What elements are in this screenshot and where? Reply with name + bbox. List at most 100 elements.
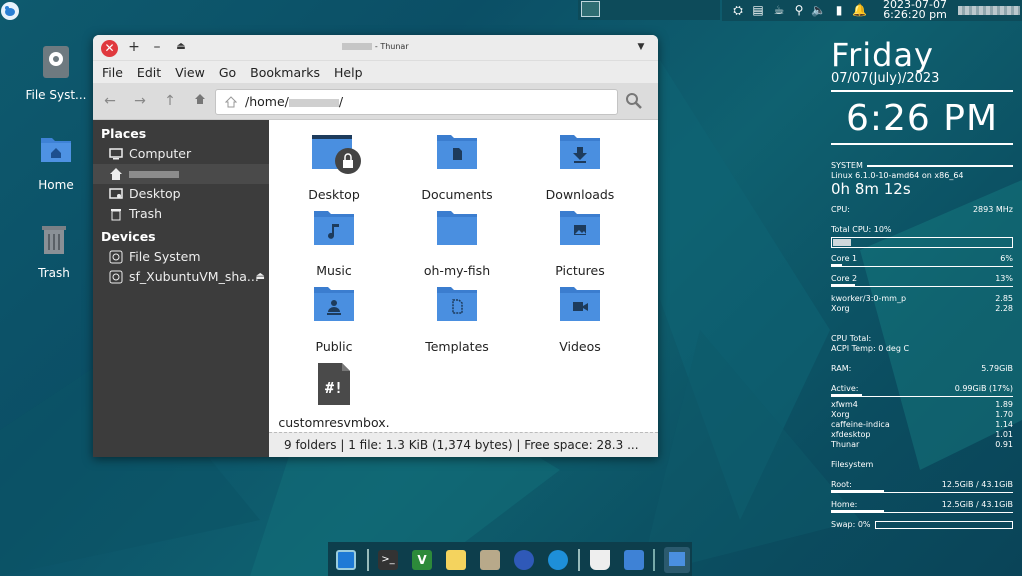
file-item-downloads[interactable]: Downloads bbox=[524, 133, 636, 202]
cpu-freq: 2893 MHz bbox=[972, 205, 1013, 214]
menu-bookmarks[interactable]: Bookmarks bbox=[243, 65, 327, 80]
desktop-icon-trash[interactable]: Trash bbox=[14, 222, 94, 280]
top-panel: ⛭ ▤ ☕ ⚲ 🔈 ▮ 🔔 2023-07-07 6:26:20 pm bbox=[0, 0, 1022, 22]
menu-go[interactable]: Go bbox=[212, 65, 243, 80]
places-header: Places bbox=[101, 126, 147, 141]
system-row: SYSTEM bbox=[831, 161, 1013, 171]
caffeine-icon[interactable]: ☕ bbox=[772, 3, 786, 17]
user-name-redacted[interactable] bbox=[958, 6, 1020, 15]
sidebar-item-shared-folder[interactable]: sf_XubuntuVM_sha... ⏏ bbox=[93, 267, 269, 287]
sidebar-item-label: Trash bbox=[129, 206, 163, 221]
status-bar: 9 folders | 1 file: 1.3 KiB (1,374 bytes… bbox=[269, 432, 658, 457]
conky-day: Friday bbox=[831, 36, 934, 74]
process-name: kworker/3:0-mm_p bbox=[831, 294, 907, 303]
menu-view[interactable]: View bbox=[168, 65, 212, 80]
panel-clock[interactable]: 2023-07-07 6:26:20 pm bbox=[880, 0, 950, 20]
sidebar-item-computer[interactable]: Computer bbox=[93, 144, 269, 164]
desktop-icon-label: File Syst... bbox=[25, 88, 87, 102]
active-bar-fill bbox=[831, 394, 862, 397]
sidebar-item-trash[interactable]: Trash bbox=[93, 204, 269, 224]
file-item-videos[interactable]: Videos bbox=[524, 285, 636, 354]
file-item-desktop[interactable]: Desktop bbox=[278, 133, 390, 202]
file-item-templates[interactable]: Templates bbox=[401, 285, 513, 354]
location-icon[interactable]: ⚲ bbox=[792, 3, 806, 17]
menu-edit[interactable]: Edit bbox=[130, 65, 168, 80]
home-icon[interactable] bbox=[191, 92, 209, 110]
drive-icon bbox=[109, 250, 123, 264]
back-arrow-icon[interactable]: ← bbox=[101, 92, 119, 110]
notification-bell-icon[interactable]: 🔔 bbox=[852, 3, 867, 17]
file-item-public[interactable]: Public bbox=[278, 285, 390, 354]
file-item-pictures[interactable]: Pictures bbox=[524, 209, 636, 278]
volume-icon[interactable]: 🔈 bbox=[811, 3, 826, 17]
desktop-icon-home[interactable]: Home bbox=[16, 134, 96, 192]
sidebar-item-label: sf_XubuntuVM_sha... bbox=[129, 269, 259, 284]
dock: >_ V bbox=[328, 542, 692, 576]
eject-icon[interactable]: ⏏ bbox=[256, 267, 265, 287]
home-bar bbox=[831, 510, 1013, 513]
total-cpu: Total CPU: 10% bbox=[831, 225, 892, 234]
swap-label: Swap: 0% bbox=[831, 520, 871, 529]
file-name: Desktop bbox=[308, 187, 360, 202]
window-menu-button[interactable]: ▼ bbox=[633, 38, 649, 56]
sidebar-item-desktop[interactable]: Desktop bbox=[93, 184, 269, 204]
clipboard-icon[interactable]: ▤ bbox=[751, 3, 765, 17]
location-bar[interactable]: /home/ / bbox=[215, 89, 618, 115]
trash-icon bbox=[111, 209, 121, 221]
sidebar-item-label: File System bbox=[129, 249, 201, 264]
thunar-active-task[interactable] bbox=[664, 547, 690, 573]
file-item-oh-my-fish[interactable]: oh-my-fish bbox=[401, 209, 513, 278]
pictures-folder-icon bbox=[560, 211, 600, 245]
toolbar: ← → ↑ /home/ / bbox=[93, 83, 658, 120]
sidebar-item-home[interactable] bbox=[93, 164, 269, 184]
file-item-documents[interactable]: Documents bbox=[401, 133, 513, 202]
search-icon[interactable] bbox=[625, 92, 643, 110]
root-value: 12.5GiB / 43.1GiB bbox=[941, 480, 1013, 489]
file-manager-icon[interactable] bbox=[624, 550, 644, 570]
browser-icon[interactable] bbox=[514, 550, 534, 570]
show-desktop-icon[interactable] bbox=[336, 550, 356, 570]
process-name: xfdesktop bbox=[831, 430, 871, 439]
sidebar-item-filesystem[interactable]: File System bbox=[93, 247, 269, 267]
title-bar[interactable]: ✕ + – ⏏ - Thunar ▼ bbox=[93, 35, 658, 61]
process-name: Xorg bbox=[831, 304, 850, 313]
vim-icon[interactable]: V bbox=[412, 550, 432, 570]
svg-text:#!: #! bbox=[325, 379, 343, 397]
terminal-icon[interactable]: >_ bbox=[378, 550, 398, 570]
file-name: Downloads bbox=[545, 187, 615, 202]
up-arrow-icon[interactable]: ↑ bbox=[161, 92, 179, 110]
file-name: Videos bbox=[559, 339, 601, 354]
menu-bar: File Edit View Go Bookmarks Help bbox=[93, 61, 658, 83]
vm-icon[interactable]: ⛭ bbox=[731, 3, 745, 17]
cpu-label: CPU: bbox=[831, 205, 850, 214]
workspace-1[interactable] bbox=[581, 1, 600, 17]
thunar-task-icon bbox=[669, 552, 685, 566]
core1-row: Core 1 6% bbox=[831, 254, 1013, 264]
root-bar bbox=[831, 490, 1013, 493]
folder-icon bbox=[437, 211, 477, 245]
file-item-music[interactable]: Music bbox=[278, 209, 390, 278]
menu-help[interactable]: Help bbox=[327, 65, 370, 80]
file-name: Public bbox=[315, 339, 353, 354]
file-name: Templates bbox=[425, 339, 489, 354]
file-view: Desktop Documents Downloads Music oh-my-… bbox=[269, 120, 658, 445]
process-value: 2.28 bbox=[995, 304, 1013, 313]
file-name: Music bbox=[316, 263, 352, 278]
active-bar bbox=[831, 394, 1013, 397]
whisker-menu-button[interactable] bbox=[1, 2, 19, 20]
templates-folder-icon bbox=[437, 287, 477, 321]
caffeine-cup-icon[interactable] bbox=[590, 550, 610, 570]
app-finder-icon[interactable] bbox=[548, 550, 568, 570]
battery-icon[interactable]: ▮ bbox=[832, 3, 846, 17]
videos-folder-icon bbox=[560, 287, 600, 321]
top-cpu-process: kworker/3:0-mm_p 2.85 bbox=[831, 294, 1013, 304]
path-home-icon bbox=[225, 96, 237, 108]
ram-value: 5.79GiB bbox=[981, 364, 1013, 373]
downloads-folder-icon bbox=[560, 135, 600, 169]
menu-file[interactable]: File bbox=[95, 65, 130, 80]
desktop-icon-filesystem[interactable]: File Syst... bbox=[16, 44, 96, 102]
sidebar-item-label: Computer bbox=[129, 146, 192, 161]
forward-arrow-icon[interactable]: → bbox=[131, 92, 149, 110]
archive-manager-icon[interactable] bbox=[480, 550, 500, 570]
text-editor-icon[interactable] bbox=[446, 550, 466, 570]
